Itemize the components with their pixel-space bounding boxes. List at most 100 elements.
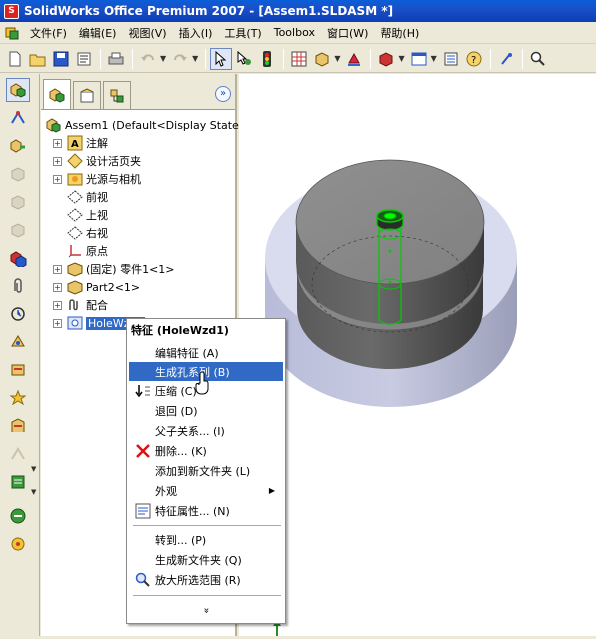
open-icon[interactable]: [27, 48, 49, 70]
assembly-icon[interactable]: [6, 78, 30, 102]
list-icon[interactable]: [440, 48, 462, 70]
bill-of-materials-icon[interactable]: [6, 470, 30, 494]
menu-item-label: 退回 (D): [155, 404, 198, 418]
menu-item-label: 外观: [155, 484, 177, 498]
menu-item-zoom-to-selection[interactable]: 放大所选范围 (R): [129, 570, 283, 589]
collapse-panel-button[interactable]: »: [215, 86, 231, 102]
menu-view[interactable]: 视图(V): [122, 23, 172, 43]
mate-icon[interactable]: [6, 246, 30, 270]
menu-insert[interactable]: 插入(I): [173, 23, 219, 43]
chevron-down-icon[interactable]: ▼: [31, 465, 36, 473]
toolbar-separator: [132, 48, 133, 69]
expand-icon[interactable]: +: [53, 264, 62, 274]
tree-item-part2[interactable]: + Part2<1>: [53, 278, 140, 296]
delete-icon: [135, 443, 151, 459]
svg-text:A: A: [71, 139, 79, 150]
menu-item-parent-child[interactable]: 父子关系... (I): [129, 421, 283, 440]
rotate-component-icon[interactable]: [6, 302, 30, 326]
menu-item-rollback[interactable]: 退回 (D): [129, 401, 283, 420]
menu-edit[interactable]: 编辑(E): [73, 23, 123, 43]
paperclip-icon[interactable]: [6, 274, 30, 298]
mechanism-icon[interactable]: [6, 532, 30, 556]
tab-feature-tree[interactable]: [43, 79, 71, 109]
chevron-down-icon[interactable]: ▼: [160, 54, 166, 63]
print-icon[interactable]: [105, 48, 127, 70]
mates-icon: [67, 297, 83, 313]
menu-item-go-to[interactable]: 转到... (P): [129, 530, 283, 549]
suppress-icon: [135, 383, 151, 399]
tree-item-design-binder[interactable]: + 设计活页夹: [53, 152, 141, 170]
toolbar-separator: [370, 48, 372, 69]
menu-item-feature-properties[interactable]: 特征属性... (N): [129, 501, 283, 520]
menu-item-label: 编辑特征 (A): [155, 346, 219, 360]
save-icon[interactable]: [50, 48, 72, 70]
grid-icon[interactable]: [288, 48, 310, 70]
menu-tools[interactable]: 工具(T): [218, 23, 267, 43]
tree-item-part1[interactable]: + (固定) 零件1<1>: [53, 260, 175, 278]
pin-icon[interactable]: [495, 48, 517, 70]
window-icon[interactable]: [408, 48, 430, 70]
help-icon[interactable]: ?: [463, 48, 485, 70]
tree-item-origin[interactable]: 原点: [67, 242, 108, 260]
expand-icon[interactable]: +: [53, 174, 62, 184]
box-icon[interactable]: [311, 48, 333, 70]
tree-item-lights-cameras[interactable]: + 光源与相机: [53, 170, 141, 188]
chevron-down-icon[interactable]: ▼: [192, 54, 198, 63]
rotate-icon[interactable]: [343, 48, 365, 70]
explode-view-icon[interactable]: [6, 358, 30, 382]
chevron-down-icon[interactable]: ▼: [431, 54, 437, 63]
tree-item-right-plane[interactable]: 右视: [67, 224, 108, 242]
menu-item-create-new-folder[interactable]: 生成新文件夹 (Q): [129, 550, 283, 569]
smart-fastener-icon[interactable]: [6, 330, 30, 354]
menu-item-edit-feature[interactable]: 编辑特征 (A): [129, 343, 283, 362]
new-icon[interactable]: [4, 48, 26, 70]
select-icon[interactable]: [210, 47, 233, 70]
submenu-arrow-icon: ▶: [268, 486, 275, 495]
sketch-icon[interactable]: [6, 106, 30, 130]
tree-item-annotations[interactable]: + A 注解: [53, 134, 108, 152]
undo-icon[interactable]: [137, 48, 159, 70]
properties-icon: [135, 503, 151, 519]
menu-item-add-to-folder[interactable]: 添加到新文件夹 (L): [129, 461, 283, 480]
display-icon[interactable]: [375, 48, 397, 70]
menu-file[interactable]: 文件(F): [24, 23, 73, 43]
interference-icon[interactable]: [6, 386, 30, 410]
document-menu-icon[interactable]: [4, 25, 20, 41]
assembly-model-view[interactable]: [239, 74, 596, 636]
graphics-area[interactable]: [239, 74, 596, 636]
tree-item-label: 设计活页夹: [86, 155, 141, 168]
assembly-feature-icon[interactable]: [6, 414, 30, 438]
simulation-icon[interactable]: [6, 504, 30, 528]
tree-item-top-plane[interactable]: 上视: [67, 206, 108, 224]
expand-icon[interactable]: +: [53, 156, 62, 166]
redo-icon[interactable]: [169, 48, 191, 70]
expand-icon[interactable]: +: [53, 318, 62, 328]
chevron-down-icon[interactable]: ▼: [334, 54, 340, 63]
zoom-icon[interactable]: [527, 48, 549, 70]
traffic-light-icon[interactable]: [256, 48, 278, 70]
tab-property-manager[interactable]: [73, 81, 101, 109]
tree-item-mates[interactable]: + 配合: [53, 296, 108, 314]
menu-window[interactable]: 窗口(W): [321, 23, 374, 43]
insert-component-icon[interactable]: [6, 134, 30, 158]
tree-item-label: 注解: [86, 137, 108, 150]
menu-item-appearance[interactable]: 外观 ▶: [129, 481, 283, 500]
properties-icon[interactable]: [73, 48, 95, 70]
chevron-down-icon[interactable]: ▼: [398, 54, 404, 63]
toolbar-separator: [521, 48, 523, 69]
menu-toolbox[interactable]: Toolbox: [268, 24, 321, 41]
context-menu: 特征 (HoleWzd1) 编辑特征 (A) 生成孔系列 (B) 压缩 (C) …: [126, 318, 286, 624]
menu-help[interactable]: 帮助(H): [374, 23, 425, 43]
select-other-icon[interactable]: [233, 48, 255, 70]
tree-root[interactable]: Assem1 (Default<Display State-1: [46, 116, 250, 134]
tree-item-front-plane[interactable]: 前视: [67, 188, 108, 206]
menu-item-delete[interactable]: 删除... (K): [129, 441, 283, 460]
expand-menu-chevron-icon[interactable]: »: [127, 605, 285, 616]
tab-configuration-manager[interactable]: [103, 81, 131, 109]
expand-icon[interactable]: +: [53, 300, 62, 310]
tree-item-label: 前视: [86, 191, 108, 204]
chevron-down-icon[interactable]: ▼: [31, 488, 36, 496]
design-binder-icon: [67, 153, 83, 169]
expand-icon[interactable]: +: [53, 138, 62, 148]
expand-icon[interactable]: +: [53, 282, 62, 292]
